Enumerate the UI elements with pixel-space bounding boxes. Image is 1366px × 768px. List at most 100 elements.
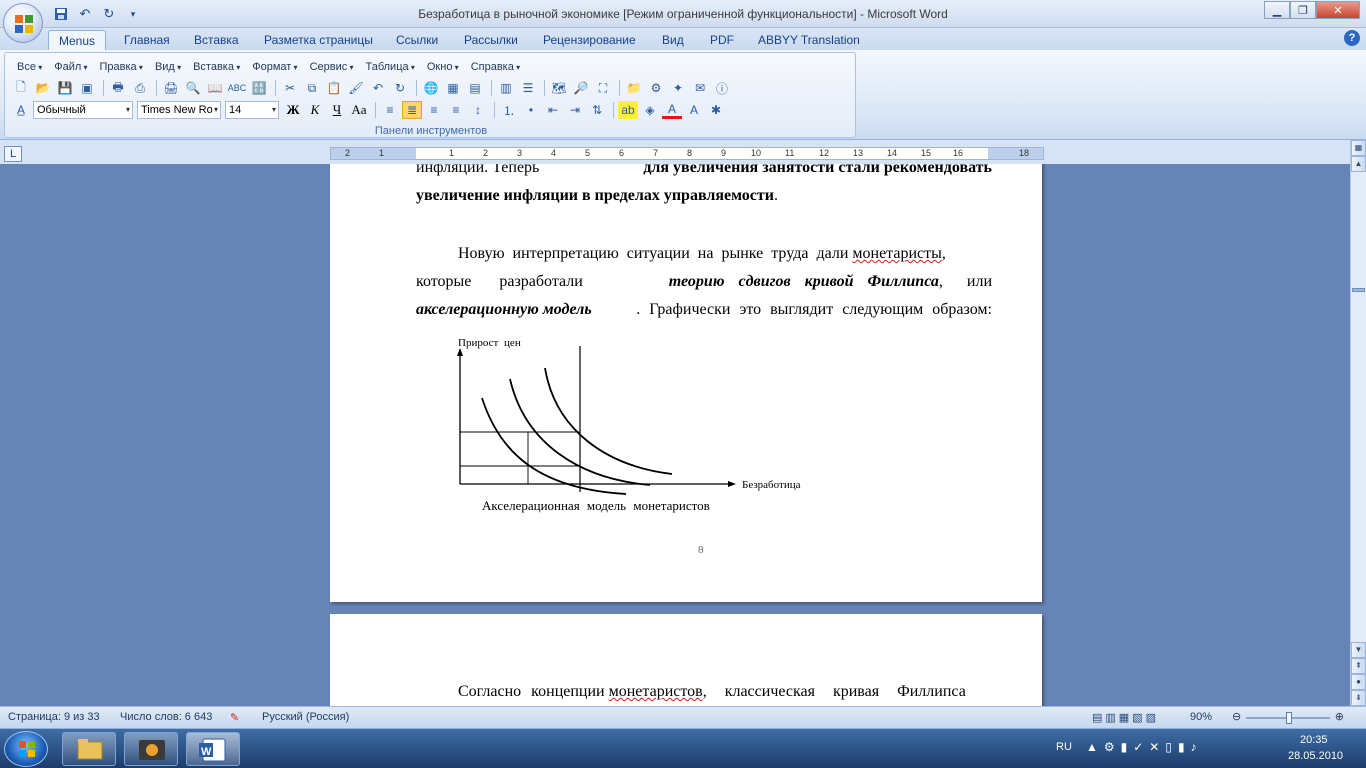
paste-icon[interactable]: 📋 [324, 79, 344, 97]
align-left-icon[interactable]: ≡ [380, 101, 400, 119]
page[interactable]: Согласно концепции монетаристов, классич… [330, 614, 1042, 706]
scroll-down-icon[interactable]: ▼ [1351, 642, 1366, 658]
underline-icon[interactable]: Ч [327, 101, 347, 119]
align-right-icon[interactable]: ≡ [446, 101, 466, 119]
help-icon[interactable]: ? [1344, 30, 1360, 46]
scroll-thumb[interactable] [1352, 288, 1365, 292]
align-justify-icon[interactable]: ≣ [402, 101, 422, 119]
font-color-icon[interactable]: A [662, 101, 682, 119]
browse-object-icon[interactable]: ● [1351, 674, 1366, 690]
restore-button[interactable]: ❐ [1290, 1, 1316, 19]
print-setup-icon[interactable]: 🖨 [161, 79, 181, 97]
insert-table-icon[interactable]: ▤ [465, 79, 485, 97]
settings-icon[interactable]: ⚙ [646, 79, 666, 97]
research-icon[interactable]: 📖 [205, 79, 225, 97]
permission-icon[interactable]: ▣ [77, 79, 97, 97]
view-buttons-icon[interactable]: ▤▥▦▧▨ [1092, 711, 1159, 724]
bullets-icon[interactable]: • [521, 101, 541, 119]
menu-file[interactable]: Файл [48, 59, 93, 76]
increase-indent-icon[interactable]: ⇥ [565, 101, 585, 119]
menu-insert[interactable]: Вставка [187, 59, 246, 76]
shading-icon[interactable]: ◈ [640, 101, 660, 119]
preview-icon[interactable]: 🔍 [183, 79, 203, 97]
font-select[interactable]: Times New Ro [137, 101, 221, 119]
text-effect-icon[interactable]: A [684, 101, 704, 119]
print-icon[interactable]: ⎙ [130, 79, 150, 97]
zoom-level[interactable]: 90% [1190, 711, 1212, 723]
zoom-in-icon[interactable]: ⊕ [1335, 710, 1344, 723]
explorer-taskbar-button[interactable] [62, 732, 116, 766]
close-button[interactable]: ✕ [1316, 1, 1360, 19]
font-size-select[interactable]: 14 [225, 101, 279, 119]
word-taskbar-button[interactable]: W [186, 732, 240, 766]
full-screen-icon[interactable]: ⛶ [593, 79, 613, 97]
tables-borders-icon[interactable]: ▦ [443, 79, 463, 97]
page-count[interactable]: Страница: 9 из 33 [8, 711, 100, 723]
page[interactable]: инфляции. Теперь для увеличения занятост… [330, 164, 1042, 602]
scroll-up-icon[interactable]: ▲ [1351, 156, 1366, 172]
zoom-slider[interactable]: ⊖ ⊕ [1232, 710, 1344, 724]
asian-layout-icon[interactable]: ✱ [706, 101, 726, 119]
drawing-icon[interactable]: ☰ [518, 79, 538, 97]
tab-references[interactable]: Ссылки [386, 30, 448, 50]
translate-icon[interactable]: 🔠 [249, 79, 269, 97]
zoom-icon[interactable]: 🔎 [571, 79, 591, 97]
open-icon[interactable]: 📂 [33, 79, 53, 97]
line-spacing-icon[interactable]: ↕ [468, 101, 488, 119]
align-center-icon[interactable]: ≡ [424, 101, 444, 119]
tab-home[interactable]: Главная [114, 30, 180, 50]
menu-view[interactable]: Вид [149, 59, 187, 76]
format-painter-icon[interactable]: 🖌 [346, 79, 366, 97]
bold-icon[interactable]: Ж [283, 101, 303, 119]
folder-icon[interactable]: 📁 [624, 79, 644, 97]
copy-icon[interactable]: ⧉ [302, 79, 322, 97]
menu-edit[interactable]: Правка [94, 59, 149, 76]
proofing-icon[interactable]: ✎ [230, 711, 239, 724]
document-map-icon[interactable]: 🗺 [549, 79, 569, 97]
cut-icon[interactable]: ✂ [280, 79, 300, 97]
media-taskbar-button[interactable] [124, 732, 178, 766]
new-document-icon[interactable]: 🗋 [11, 79, 31, 97]
previous-page-icon[interactable]: ⇞ [1351, 658, 1366, 674]
tab-mailings[interactable]: Рассылки [454, 30, 528, 50]
menu-format[interactable]: Формат [246, 59, 303, 76]
spelling-icon[interactable]: ABC [227, 79, 247, 97]
menu-all[interactable]: Все [11, 59, 48, 76]
numbering-icon[interactable]: ⒈ [499, 101, 519, 119]
tab-view[interactable]: Вид [652, 30, 694, 50]
vertical-scrollbar[interactable]: ▦ ▲ ▼ ⇞ ● ⇟ [1350, 140, 1366, 706]
tab-menus[interactable]: Menus [48, 30, 107, 50]
menu-tools[interactable]: Сервис [304, 59, 360, 76]
office-button[interactable] [3, 3, 43, 43]
help-circle-icon[interactable]: ⓘ [712, 79, 732, 97]
word-count[interactable]: Число слов: 6 643 [120, 711, 212, 723]
style-select[interactable]: Обычный [33, 101, 133, 119]
tab-insert[interactable]: Вставка [184, 30, 249, 50]
save-icon[interactable]: 💾 [55, 79, 75, 97]
tab-abbyy[interactable]: ABBYY Translation [748, 30, 870, 50]
tab-page-layout[interactable]: Разметка страницы [254, 30, 383, 50]
italic-icon[interactable]: К [305, 101, 325, 119]
language-indicator[interactable]: Русский (Россия) [262, 711, 349, 723]
horizontal-ruler[interactable]: 2 1 1 2 3 4 5 6 7 8 9 10 11 12 13 14 15 … [330, 147, 1044, 160]
start-button[interactable] [4, 731, 48, 767]
undo-icon[interactable]: ↶ [368, 79, 388, 97]
clock-time[interactable]: 20:35 [1300, 734, 1328, 746]
macro-icon[interactable]: ✦ [668, 79, 688, 97]
zoom-out-icon[interactable]: ⊖ [1232, 710, 1241, 723]
document-area[interactable]: инфляции. Теперь для увеличения занятост… [0, 164, 1350, 706]
zoom-thumb[interactable] [1286, 712, 1292, 724]
input-language[interactable]: RU [1056, 741, 1072, 753]
hyperlink-icon[interactable]: 🌐 [421, 79, 441, 97]
menu-table[interactable]: Таблица [359, 59, 420, 76]
styles-icon[interactable]: A̲ [11, 101, 31, 119]
menu-help[interactable]: Справка [465, 59, 526, 76]
sort-icon[interactable]: ⇅ [587, 101, 607, 119]
decrease-indent-icon[interactable]: ⇤ [543, 101, 563, 119]
envelope-icon[interactable]: ✉ [690, 79, 710, 97]
clock-date[interactable]: 28.05.2010 [1288, 750, 1343, 762]
columns-icon[interactable]: ▥ [496, 79, 516, 97]
redo-icon[interactable]: ↻ [390, 79, 410, 97]
print-preview-icon[interactable]: 🖶 [108, 79, 128, 97]
minimize-button[interactable]: ▁ [1264, 1, 1290, 19]
